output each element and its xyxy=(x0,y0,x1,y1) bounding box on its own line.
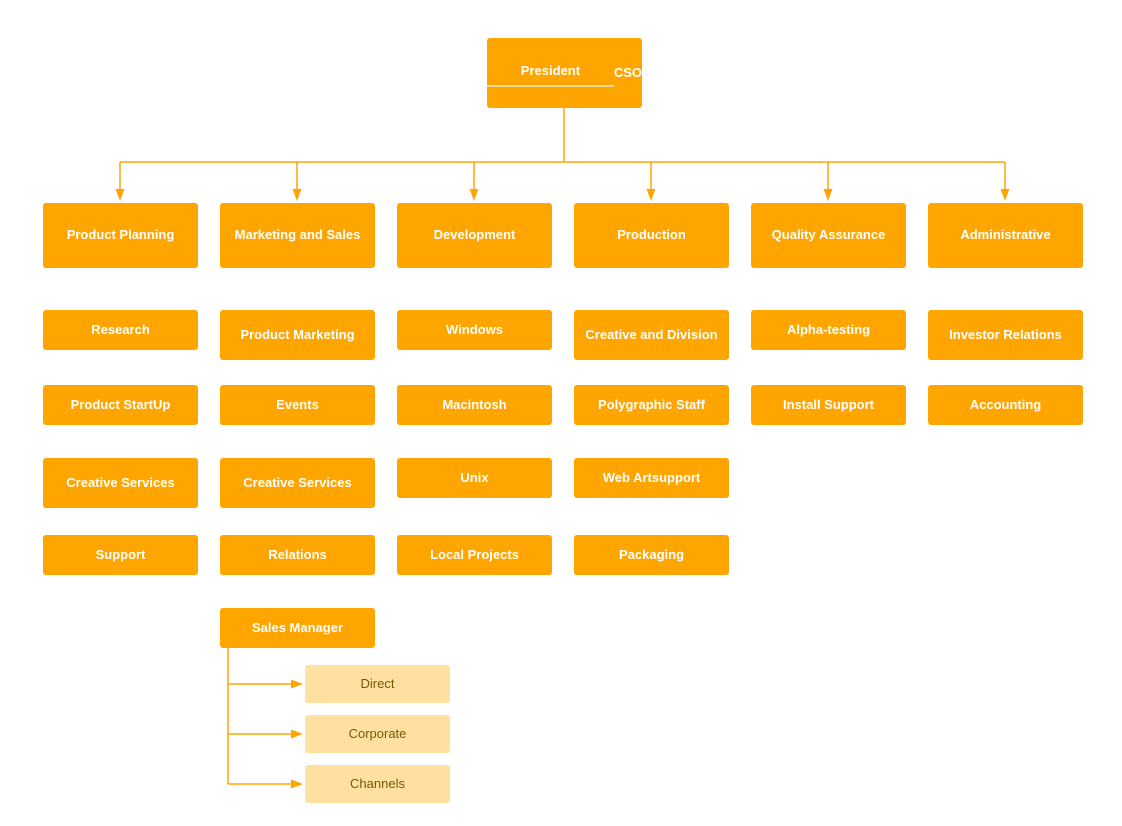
node-product_planning[interactable]: Product Planning xyxy=(43,203,198,268)
node-relations[interactable]: Relations xyxy=(220,535,375,575)
org-chart: PresidentCSOProduct PlanningMarketing an… xyxy=(0,0,1122,40)
node-product_startup[interactable]: Product StartUp xyxy=(43,385,198,425)
node-development[interactable]: Development xyxy=(397,203,552,268)
node-production[interactable]: Production xyxy=(574,203,729,268)
node-marketing_sales[interactable]: Marketing and Sales xyxy=(220,203,375,268)
node-creative_services_1[interactable]: Creative Services xyxy=(43,458,198,508)
node-research[interactable]: Research xyxy=(43,310,198,350)
node-corporate[interactable]: Corporate xyxy=(305,715,450,753)
node-product_marketing[interactable]: Product Marketing xyxy=(220,310,375,360)
node-sales_manager[interactable]: Sales Manager xyxy=(220,608,375,648)
node-unix[interactable]: Unix xyxy=(397,458,552,498)
node-install_support[interactable]: Install Support xyxy=(751,385,906,425)
node-web_artsupport[interactable]: Web Artsupport xyxy=(574,458,729,498)
node-packaging[interactable]: Packaging xyxy=(574,535,729,575)
node-creative_division[interactable]: Creative and Division xyxy=(574,310,729,360)
node-channels[interactable]: Channels xyxy=(305,765,450,803)
node-investor_relations[interactable]: Investor Relations xyxy=(928,310,1083,360)
node-support[interactable]: Support xyxy=(43,535,198,575)
node-windows[interactable]: Windows xyxy=(397,310,552,350)
node-creative_services_2[interactable]: Creative Services xyxy=(220,458,375,508)
node-accounting[interactable]: Accounting xyxy=(928,385,1083,425)
node-quality_assurance[interactable]: Quality Assurance xyxy=(751,203,906,268)
node-alpha_testing[interactable]: Alpha-testing xyxy=(751,310,906,350)
node-macintosh[interactable]: Macintosh xyxy=(397,385,552,425)
node-local_projects[interactable]: Local Projects xyxy=(397,535,552,575)
node-direct[interactable]: Direct xyxy=(305,665,450,703)
node-polygraphic_staff[interactable]: Polygraphic Staff xyxy=(574,385,729,425)
node-events[interactable]: Events xyxy=(220,385,375,425)
node-administrative[interactable]: Administrative xyxy=(928,203,1083,268)
node-president[interactable]: PresidentCSO xyxy=(487,38,642,108)
